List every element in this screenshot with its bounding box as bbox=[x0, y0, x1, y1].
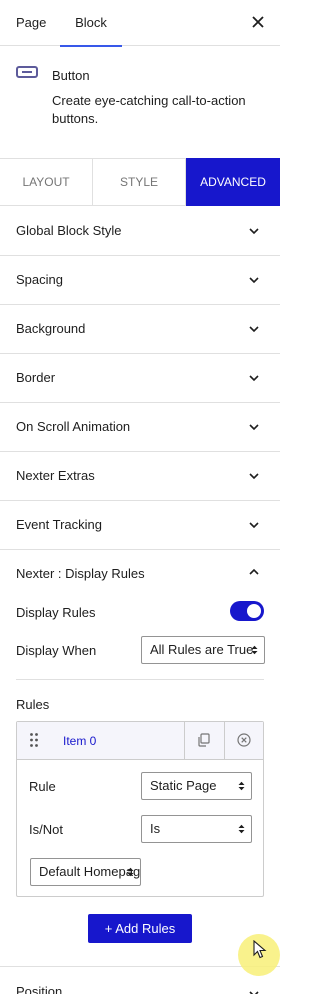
chevron-down-icon bbox=[249, 375, 259, 382]
display-rules-label: Display Rules bbox=[16, 605, 96, 620]
panel-label: Event Tracking bbox=[16, 517, 102, 532]
panel-label: Spacing bbox=[16, 272, 63, 287]
panel-event-tracking[interactable]: Event Tracking bbox=[0, 501, 280, 550]
select-arrows-icon bbox=[251, 645, 258, 655]
rule-select[interactable]: Static Page bbox=[141, 772, 252, 800]
panel-spacing[interactable]: Spacing bbox=[0, 256, 280, 305]
drag-handle-icon[interactable] bbox=[29, 732, 39, 748]
isnot-value: Is bbox=[150, 821, 161, 836]
page-value: Default Homepage bbox=[39, 864, 141, 879]
panel-global-block-style[interactable]: Global Block Style bbox=[0, 207, 280, 256]
copy-icon bbox=[198, 733, 210, 747]
mode-tabs: LAYOUT STYLE ADVANCED bbox=[0, 158, 280, 206]
chevron-down-icon bbox=[249, 522, 259, 529]
display-when-label: Display When bbox=[16, 643, 97, 658]
chevron-down-icon bbox=[249, 228, 259, 235]
page-select[interactable]: Default Homepage bbox=[30, 858, 141, 886]
panel-border[interactable]: Border bbox=[0, 354, 280, 403]
rule-item-header[interactable]: Item 0 bbox=[17, 722, 263, 760]
block-title: Button bbox=[52, 68, 90, 83]
mouse-cursor-icon bbox=[253, 940, 267, 959]
select-arrows-icon bbox=[238, 781, 245, 791]
chevron-down-icon bbox=[249, 326, 259, 333]
panel-display-rules-header[interactable]: Nexter : Display Rules bbox=[16, 549, 145, 599]
chevron-down-icon bbox=[249, 277, 259, 284]
panel-display-rules: Nexter : Display Rules Display Rules Dis… bbox=[0, 549, 280, 967]
display-rules-toggle[interactable] bbox=[230, 601, 264, 621]
panel-label: Border bbox=[16, 370, 56, 385]
isnot-label: Is/Not bbox=[29, 822, 63, 837]
sidebar-tabs: Page Block bbox=[0, 0, 280, 47]
panel-label: Global Block Style bbox=[16, 223, 122, 238]
select-arrows-icon bbox=[127, 867, 134, 877]
panel-label: Position bbox=[16, 984, 63, 994]
block-description: Create eye-catching call-to-action butto… bbox=[52, 93, 246, 126]
chevron-down-icon bbox=[249, 991, 259, 994]
remove-button[interactable] bbox=[224, 722, 263, 759]
isnot-select[interactable]: Is bbox=[141, 815, 252, 843]
chevron-down-icon bbox=[249, 424, 259, 431]
close-circle-icon bbox=[237, 733, 251, 747]
add-rules-button[interactable]: + Add Rules bbox=[88, 914, 192, 943]
display-when-select[interactable]: All Rules are True bbox=[141, 636, 265, 664]
rule-item-title[interactable]: Item 0 bbox=[63, 722, 96, 760]
panel-label: Nexter Extras bbox=[16, 468, 95, 483]
divider bbox=[16, 679, 264, 680]
tab-block[interactable]: Block bbox=[60, 0, 122, 47]
chevron-down-icon bbox=[249, 473, 259, 480]
panel-label: Background bbox=[16, 321, 86, 336]
rule-label: Rule bbox=[29, 779, 56, 794]
select-arrows-icon bbox=[238, 824, 245, 834]
display-when-value: All Rules are True bbox=[150, 642, 254, 657]
panel-position[interactable]: Position bbox=[0, 967, 280, 994]
tab-style[interactable]: STYLE bbox=[93, 159, 186, 205]
tab-advanced[interactable]: ADVANCED bbox=[186, 158, 280, 206]
tab-layout[interactable]: LAYOUT bbox=[0, 159, 93, 205]
tab-page[interactable]: Page bbox=[16, 0, 46, 46]
rules-label: Rules bbox=[16, 697, 50, 712]
panel-label: On Scroll Animation bbox=[16, 419, 131, 434]
rule-item: Item 0 Rule Static Page Is/Not Is Defaul… bbox=[16, 721, 264, 897]
panel-on-scroll-animation[interactable]: On Scroll Animation bbox=[0, 403, 280, 452]
panel-background[interactable]: Background bbox=[0, 305, 280, 354]
chevron-up-icon[interactable] bbox=[248, 566, 260, 578]
duplicate-button[interactable] bbox=[184, 722, 223, 759]
button-block-icon bbox=[16, 66, 38, 78]
rule-value: Static Page bbox=[150, 778, 217, 793]
panel-nexter-extras[interactable]: Nexter Extras bbox=[0, 452, 280, 501]
close-icon[interactable] bbox=[250, 14, 266, 30]
